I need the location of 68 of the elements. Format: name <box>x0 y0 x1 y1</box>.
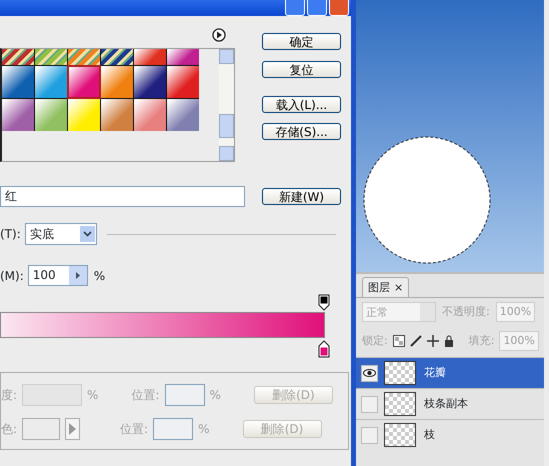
layer-thumbnail <box>384 423 416 447</box>
dialog-button[interactable]: 载入(L)... <box>262 96 341 113</box>
dialog-button[interactable]: 存储(S)... <box>262 123 341 140</box>
position-label: 位置: <box>120 421 148 438</box>
percent-label: % <box>210 387 221 404</box>
gradient-swatch[interactable] <box>35 49 67 65</box>
move-icon[interactable] <box>426 335 439 347</box>
lock-label: 锁定: <box>362 332 388 349</box>
position-field[interactable] <box>164 384 204 406</box>
scrollbar[interactable] <box>219 49 234 161</box>
stop-opacity-field[interactable] <box>22 384 82 406</box>
layer-name: 花瓣 <box>424 364 446 381</box>
gradient-swatch[interactable] <box>101 66 133 98</box>
percent-label: % <box>87 387 98 404</box>
opacity-label: 不透明度: <box>442 304 490 320</box>
color-label: 色: <box>1 421 18 438</box>
percent-label: % <box>198 421 210 438</box>
dialog-button[interactable]: 复位 <box>262 61 341 78</box>
gradient-swatch[interactable] <box>2 66 34 98</box>
opacity-stop-icon[interactable] <box>318 294 330 311</box>
gradient-swatch[interactable] <box>134 99 166 131</box>
gradient-swatch[interactable] <box>167 99 199 131</box>
percent-label: % <box>94 268 106 284</box>
layer-row[interactable]: 枝 <box>356 419 544 450</box>
gradient-swatch[interactable] <box>68 99 100 131</box>
layer-thumbnail <box>384 361 416 385</box>
gradient-swatch[interactable] <box>68 66 100 98</box>
gradient-swatch[interactable] <box>35 99 67 131</box>
minimize-button[interactable] <box>285 0 305 16</box>
gradient-swatch[interactable] <box>101 99 133 131</box>
smoothness-field[interactable]: 100 <box>28 265 88 286</box>
close-button[interactable] <box>329 0 349 16</box>
gradient-swatch[interactable] <box>101 49 133 65</box>
smoothness-label: (M): <box>0 268 24 284</box>
maximize-button[interactable] <box>307 0 327 16</box>
gradient-swatch[interactable] <box>2 99 34 131</box>
type-dropdown[interactable]: 实底 <box>24 223 97 245</box>
layer-thumbnail <box>384 392 416 416</box>
layers-tab[interactable]: 图层 × <box>362 277 410 297</box>
stop-color-swatch[interactable] <box>22 418 60 440</box>
new-button[interactable]: 新建(W) <box>262 188 341 205</box>
gradient-swatch[interactable] <box>134 49 166 65</box>
gradient-bar[interactable] <box>0 312 325 338</box>
gradient-swatch[interactable] <box>2 49 34 65</box>
layer-name: 枝条副本 <box>424 396 468 412</box>
opacity-label: 度: <box>1 387 18 404</box>
brush-icon[interactable] <box>410 335 422 347</box>
gradient-swatch[interactable] <box>68 49 100 65</box>
close-icon[interactable]: × <box>394 278 404 297</box>
position-label: 位置: <box>131 387 160 404</box>
gradient-swatch[interactable] <box>35 66 67 98</box>
gradient-swatch[interactable] <box>167 49 199 65</box>
visibility-toggle[interactable] <box>361 396 378 412</box>
layer-row[interactable]: 枝条副本 <box>356 388 544 419</box>
name-field[interactable]: 红 <box>0 186 245 207</box>
color-stop-icon[interactable] <box>318 340 330 358</box>
lock-icon[interactable] <box>444 335 454 347</box>
position-field[interactable] <box>153 418 194 440</box>
eye-icon[interactable] <box>361 364 378 382</box>
dialog-button[interactable]: 确定 <box>262 33 341 50</box>
gradient-swatch[interactable] <box>134 66 166 98</box>
layer-name: 枝 <box>424 426 435 443</box>
gradient-swatch[interactable] <box>167 66 199 98</box>
type-label: (T): <box>0 226 21 243</box>
lock-transparency-icon[interactable] <box>392 335 405 347</box>
fill-label: 填充: <box>468 332 494 349</box>
layer-row[interactable]: 花瓣 <box>356 357 544 388</box>
visibility-toggle[interactable] <box>361 426 378 444</box>
